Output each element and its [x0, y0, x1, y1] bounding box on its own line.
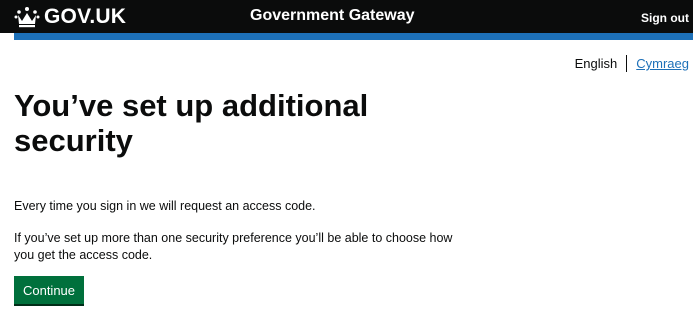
govuk-logo-link[interactable]: GOV.UK — [14, 5, 126, 29]
language-switch-link[interactable]: Cymraeg — [627, 56, 689, 71]
body-text-access-code: Every time you sign in we will request a… — [14, 199, 316, 213]
header-accent-bar — [14, 33, 693, 40]
crown-icon — [14, 7, 40, 28]
sign-out-link[interactable]: Sign out — [641, 11, 689, 25]
body-text-security-preference: If you’ve set up more than one security … — [14, 231, 453, 262]
language-current: English — [574, 56, 618, 71]
page-title: You’ve set up additional security — [14, 88, 369, 158]
site-header: GOV.UK Government Gateway Sign out — [0, 0, 693, 33]
language-toggle: English Cymraeg — [575, 55, 689, 72]
continue-button[interactable]: Continue — [14, 276, 84, 304]
logo-text: GOV.UK — [44, 5, 127, 28]
service-name-link[interactable]: Government Gateway — [250, 7, 415, 25]
